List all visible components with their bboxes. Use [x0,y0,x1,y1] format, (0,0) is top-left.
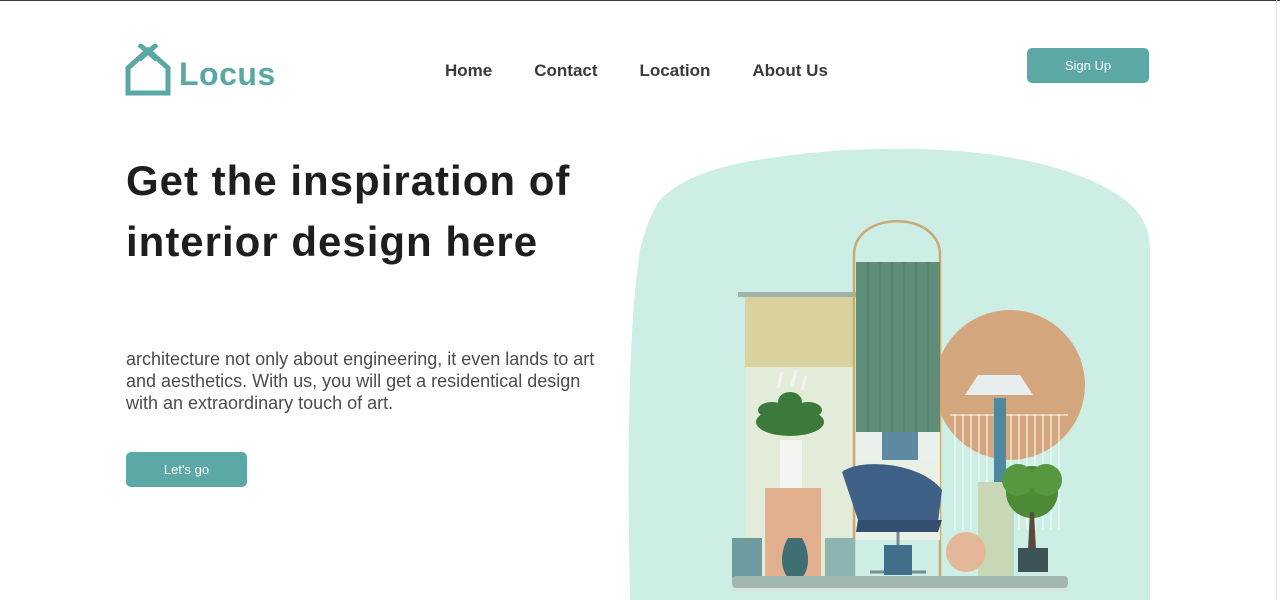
sign-up-button[interactable]: Sign Up [1027,48,1149,83]
house-icon [125,44,171,96]
brand-logo[interactable]: Locus [125,44,276,96]
nav-item-contact[interactable]: Contact [534,61,597,81]
hero-headline: Get the inspiration of interior design h… [126,157,571,265]
teal-box-left [732,538,762,578]
window-right-border [1276,0,1277,600]
lets-go-button[interactable]: Let's go [126,452,247,487]
teal-vase [782,538,808,578]
interior-design-illustration [620,140,1160,600]
landing-page: Locus Home Contact Location About Us Sig… [0,0,1280,600]
yellow-wall-panel [745,297,855,367]
green-cylinder-lamp [856,262,940,432]
beige-sphere [946,532,986,572]
nav-item-about-us[interactable]: About Us [752,61,828,81]
brand-name: Locus [179,56,276,92]
hero-description: architecture not only about engineering,… [126,349,595,413]
platform-base [732,576,1068,588]
window-top-border [0,0,1280,1]
nav-item-home[interactable]: Home [445,61,492,81]
nav-item-location[interactable]: Location [640,61,711,81]
main-nav: Home Contact Location About Us [445,61,870,81]
